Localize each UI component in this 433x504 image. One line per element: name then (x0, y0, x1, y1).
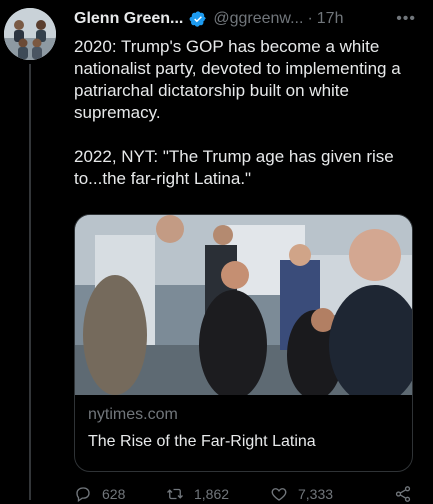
author-name[interactable]: Glenn Green... (74, 10, 183, 28)
tweet-header: Glenn Green... @ggreenw... · 17h ••• (74, 8, 424, 30)
reply-button[interactable]: 628 (74, 485, 162, 503)
card-meta: nytimes.com The Rise of the Far-Right La… (75, 395, 412, 453)
like-icon (271, 488, 287, 501)
share-icon (395, 486, 411, 502)
retweet-icon (167, 488, 183, 500)
card-title[interactable]: The Rise of the Far-Right Latina (88, 431, 399, 453)
timestamp[interactable]: 17h (317, 10, 344, 28)
more-icon[interactable]: ••• (396, 10, 424, 28)
separator-dot: · (307, 10, 313, 27)
link-card[interactable]: nytimes.com The Rise of the Far-Right La… (74, 214, 413, 472)
like-button[interactable]: 7,333 (270, 485, 380, 503)
verified-badge-icon (189, 10, 207, 28)
retweet-button[interactable]: 1,862 (166, 485, 266, 503)
thread-line (29, 64, 31, 500)
reply-icon (76, 487, 90, 503)
share-button[interactable] (394, 485, 412, 503)
avatar-photo (4, 8, 56, 60)
card-domain: nytimes.com (88, 406, 178, 423)
avatar[interactable] (4, 8, 56, 60)
tweet[interactable]: Glenn Green... @ggreenw... · 17h ••• 202… (74, 8, 424, 190)
tweet-text: 2020: Trump's GOP has become a white nat… (74, 37, 401, 188)
author-handle[interactable]: @ggreenw... (213, 10, 303, 28)
card-image (75, 215, 412, 395)
action-bar: 628 1,862 7,333 (74, 484, 424, 504)
